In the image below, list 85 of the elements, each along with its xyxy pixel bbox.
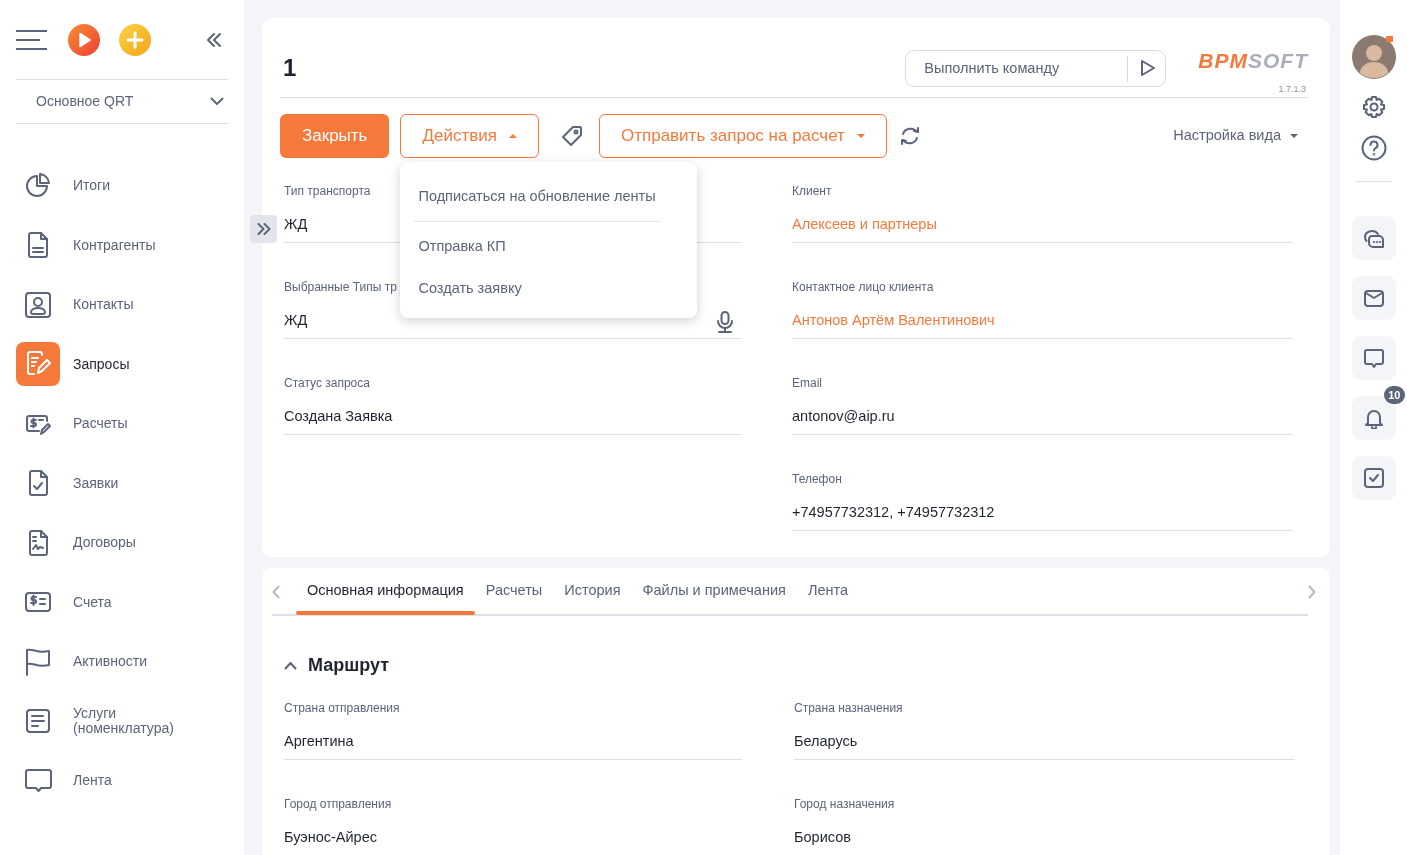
help-icon xyxy=(1360,135,1387,161)
sidebar-item-label: Заявки xyxy=(73,475,119,491)
message-icon xyxy=(1362,347,1385,369)
sidebar-item-label: Активности xyxy=(73,654,148,670)
collapse-icon[interactable] xyxy=(206,31,222,48)
section-title: Маршрут xyxy=(308,653,390,677)
sidebar-item[interactable]: Итоги xyxy=(16,156,228,216)
command-field[interactable]: Выполнить команду xyxy=(905,49,1167,87)
sidebar-item[interactable]: Заявки xyxy=(16,453,228,513)
tab[interactable]: Файлы и примечания xyxy=(631,570,797,614)
mail-icon xyxy=(1362,287,1385,309)
sidebar-item[interactable]: Контрагенты xyxy=(16,215,228,275)
logo: BPMSOFT xyxy=(1198,50,1308,71)
field-label: Тип транспорта xyxy=(284,182,371,199)
field-label: Страна назначения xyxy=(794,699,903,716)
sidebar-item-label: Лента xyxy=(73,773,112,789)
field-label: Статус запроса xyxy=(284,374,370,391)
field-label: Клиент xyxy=(792,182,832,199)
sidebar-item-label: Запросы xyxy=(73,356,130,372)
section-header[interactable]: Маршрут xyxy=(284,651,390,679)
notification-count: 10 xyxy=(1384,386,1405,404)
sidebar-item[interactable]: Активности xyxy=(16,632,228,692)
sidebar-item[interactable]: Расчеты xyxy=(16,394,228,454)
chevron-right-icon xyxy=(1308,584,1316,599)
chat-button[interactable] xyxy=(1351,216,1396,260)
menu-item[interactable]: Подписаться на обновление ленты xyxy=(414,175,660,223)
play-icon[interactable] xyxy=(68,23,100,56)
mail-button[interactable] xyxy=(1351,276,1396,320)
task-icon xyxy=(1362,467,1385,489)
tag-icon xyxy=(560,124,583,147)
sidebar-item-label: Услуги (номенклатура) xyxy=(73,705,175,737)
sidebar-item[interactable]: Контакты xyxy=(16,275,228,335)
field-label: Контактное лицо клиента xyxy=(792,278,934,295)
field-value: ЖД xyxy=(284,310,308,330)
chat-icon xyxy=(1362,227,1385,249)
sidebar-item[interactable]: Договоры xyxy=(16,513,228,573)
run-icon xyxy=(1140,58,1157,77)
tab[interactable]: Лента xyxy=(796,570,859,614)
field-label: Выбранные Типы тр xyxy=(284,278,397,295)
field-label: Телефон xyxy=(792,470,842,487)
field-label: Город отправления xyxy=(284,795,392,812)
sidebar-item-label: Контрагенты xyxy=(73,237,156,253)
settings-icon xyxy=(1361,95,1386,119)
flag-icon xyxy=(23,646,53,677)
field-label: Страна отправления xyxy=(284,699,400,716)
field-value: ЖД xyxy=(284,214,308,234)
sidebar-item[interactable]: Запросы xyxy=(16,334,228,394)
sidebar-item[interactable]: Услуги (номенклатура) xyxy=(16,691,228,751)
field-value: Борисов xyxy=(794,827,851,847)
chevron-down-icon xyxy=(210,97,224,106)
menu-item[interactable]: Создать заявку xyxy=(400,268,698,310)
chevrons-right-icon xyxy=(256,223,271,235)
field-label: Город назначения xyxy=(794,795,895,812)
workspace-selector[interactable]: Основное QRT xyxy=(36,91,134,112)
menu-icon[interactable] xyxy=(16,28,48,51)
sidebar-item[interactable]: Лента xyxy=(16,751,228,811)
sidebar-item-label: Расчеты xyxy=(73,416,128,432)
sidebar-item-label: Итоги xyxy=(73,178,111,194)
avatar[interactable] xyxy=(1351,35,1396,79)
message-button[interactable] xyxy=(1351,336,1396,380)
field-value: Создана Заявка xyxy=(284,406,393,426)
sidebar-item-label: Контакты xyxy=(73,297,134,313)
field-label: Email xyxy=(792,374,822,391)
record-title: 1 xyxy=(282,53,297,84)
refresh-icon xyxy=(898,124,921,147)
sidebar-item[interactable]: Счета xyxy=(16,572,228,632)
expand-button[interactable] xyxy=(250,215,277,243)
tab[interactable]: Расчеты xyxy=(474,570,554,614)
field-value: +74957732312, +74957732312 xyxy=(792,502,995,522)
chevron-up-icon xyxy=(284,660,297,670)
sidebar-item-label: Счета xyxy=(73,594,112,610)
version-label: 1.7.1.3 xyxy=(1278,83,1306,96)
chevron-left-icon xyxy=(272,584,280,599)
field-value: Буэнос-Айрес xyxy=(284,827,377,847)
contact-card-icon xyxy=(23,289,53,320)
field-value: Беларусь xyxy=(794,731,858,751)
sidebar-item-label: Договоры xyxy=(73,535,136,551)
tab[interactable]: Основная информация xyxy=(296,570,475,614)
field-value: antonov@aip.ru xyxy=(792,406,895,426)
view-settings-button[interactable]: Настройка вида xyxy=(1167,123,1304,148)
tasks-button[interactable] xyxy=(1351,456,1396,500)
menu-item[interactable]: Отправка КП xyxy=(400,226,698,268)
tab[interactable]: История xyxy=(553,570,632,614)
bell-icon xyxy=(1362,407,1385,429)
field-value: Аргентина xyxy=(284,731,354,751)
